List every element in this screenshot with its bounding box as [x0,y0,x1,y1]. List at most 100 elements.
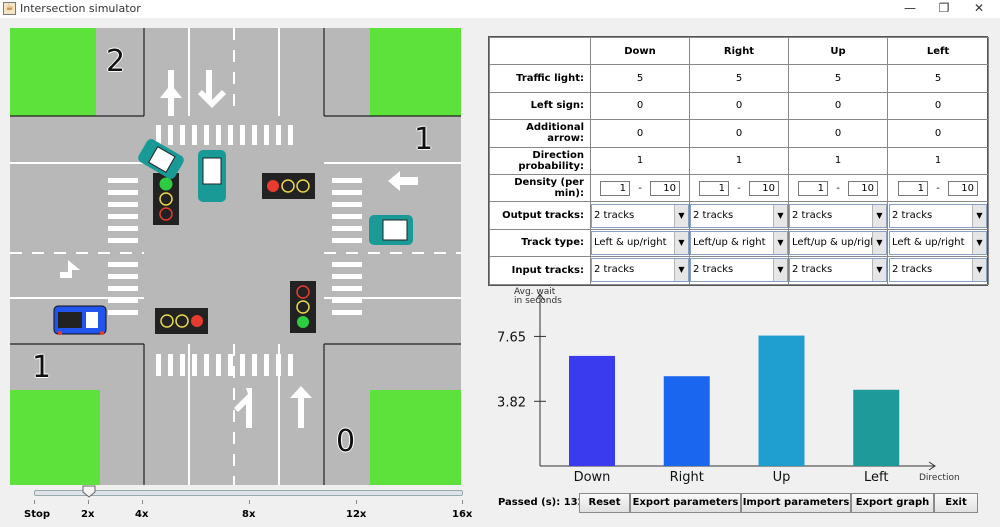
speed-label-4x: 4x [135,509,149,520]
track-type-select[interactable]: Left & up/right ▼ [591,230,689,255]
passed-time-label: Passed (s): 132 [498,497,585,508]
output-tracks-select[interactable]: 2 tracks ▼ [690,203,788,228]
input-tracks-cell: 2 tracks ▼ [887,256,989,285]
density-from-input[interactable]: 1 [798,180,828,196]
track-type-select[interactable]: Left & up/right ▼ [889,230,987,255]
direction-probability-cell[interactable]: 1 [689,146,789,175]
select-value: Left & up/right [594,236,667,248]
speed-slider[interactable] [34,490,463,496]
title-bar: ☕ Intersection simulator — ❐ ✕ [0,0,1000,18]
y-tick-label: 3.82 [497,395,526,410]
dropdown-arrow-icon[interactable]: ▼ [773,231,787,254]
dropdown-arrow-icon[interactable]: ▼ [972,231,986,254]
category-label: Down [574,470,611,485]
output-tracks-cell: 2 tracks ▼ [590,201,690,230]
speed-label-12x: 12x [346,509,367,520]
dropdown-arrow-icon[interactable]: ▼ [674,259,688,282]
direction-probability-label: Direction probability: [489,146,591,175]
traffic-light-cell[interactable]: 5 [788,64,888,93]
category-label: Right [670,470,704,485]
window-title: Intersection simulator [20,2,141,15]
additional-arrow-cell[interactable]: 0 [788,119,888,148]
left-sign-cell[interactable]: 0 [887,91,989,121]
density-from-input[interactable]: 1 [699,180,729,196]
traffic-light-cell[interactable]: 5 [887,64,989,93]
input-tracks-select[interactable]: 2 tracks ▼ [889,258,987,283]
left-sign-cell[interactable]: 0 [590,91,690,121]
additional-arrow-cell[interactable]: 0 [590,119,690,148]
density-to-input[interactable]: 10 [948,180,978,196]
input-tracks-label: Input tracks: [489,256,591,285]
density-cell: 1-10 [887,173,989,203]
input-tracks-select[interactable]: 2 tracks ▼ [789,258,887,283]
parameters-table: Down Right Up Left Traffic light: 5 5 5 … [489,36,989,285]
track-type-select[interactable]: Left/up & right ▼ [690,230,788,255]
speed-label-2x: 2x [81,509,95,520]
select-value: 2 tracks [792,264,833,276]
density-to-input[interactable]: 10 [749,180,779,196]
category-label: Left [864,470,888,485]
traffic-light-icon [153,173,316,334]
dropdown-arrow-icon[interactable]: ▼ [872,204,886,227]
track-type-select[interactable]: Left/up & up/right ▼ [789,230,887,255]
dropdown-arrow-icon[interactable]: ▼ [773,204,787,227]
dropdown-arrow-icon[interactable]: ▼ [872,231,886,254]
output-tracks-cell: 2 tracks ▼ [689,201,789,230]
additional-arrow-cell[interactable]: 0 [887,119,989,148]
input-tracks-cell: 2 tracks ▼ [788,256,888,285]
density-to-input[interactable]: 10 [848,180,878,196]
export-parameters-button[interactable]: Export parameters [630,493,741,513]
dropdown-arrow-icon[interactable]: ▼ [872,259,886,282]
dropdown-arrow-icon[interactable]: ▼ [674,204,688,227]
direction-probability-cell[interactable]: 1 [887,146,989,175]
output-tracks-cell: 2 tracks ▼ [788,201,888,230]
car-icon [53,139,413,335]
dropdown-arrow-icon[interactable]: ▼ [773,259,787,282]
traffic-light-cell[interactable]: 5 [590,64,690,93]
density-label: Density (per min): [489,173,591,203]
input-tracks-cell: 2 tracks ▼ [590,256,690,285]
corner-label-top-left: 2 [106,44,126,79]
reset-button[interactable]: Reset [579,493,630,513]
dropdown-arrow-icon[interactable]: ▼ [972,204,986,227]
density-cell: 1-10 [788,173,888,203]
direction-probability-cell[interactable]: 1 [590,146,690,175]
input-tracks-select[interactable]: 2 tracks ▼ [591,258,689,283]
additional-arrow-cell[interactable]: 0 [689,119,789,148]
dropdown-arrow-icon[interactable]: ▼ [674,231,688,254]
output-tracks-select[interactable]: 2 tracks ▼ [789,203,887,228]
input-tracks-select[interactable]: 2 tracks ▼ [690,258,788,283]
y-tick-label: 7.65 [497,330,526,345]
import-parameters-button[interactable]: Import parameters [741,493,851,513]
density-from-input[interactable]: 1 [898,180,928,196]
restore-icon[interactable]: ❐ [927,0,961,18]
output-tracks-select[interactable]: 2 tracks ▼ [889,203,987,228]
select-value: 2 tracks [693,264,734,276]
track-type-label: Track type: [489,228,591,258]
traffic-light-cell[interactable]: 5 [689,64,789,93]
minimize-icon[interactable]: — [893,0,927,18]
export-graph-button[interactable]: Export graph [851,493,934,513]
corner-label-right: 1 [414,122,434,157]
track-type-cell: Left/up & up/right ▼ [788,228,888,258]
density-to-input[interactable]: 10 [650,180,680,196]
corner-label-bottom-right: 0 [336,424,356,459]
left-sign-label: Left sign: [489,91,591,121]
select-value: 2 tracks [594,264,635,276]
wait-time-chart: Avg. waitin secondsDirection7.653.82Down… [497,287,960,485]
direction-probability-cell[interactable]: 1 [788,146,888,175]
y-axis-label: in seconds [514,296,562,306]
density-from-input[interactable]: 1 [600,180,630,196]
select-value: 2 tracks [892,209,933,221]
left-sign-cell[interactable]: 0 [788,91,888,121]
header-up: Up [788,36,888,66]
dropdown-arrow-icon[interactable]: ▼ [972,259,986,282]
category-label: Up [773,470,791,485]
slider-thumb[interactable] [82,485,96,498]
close-icon[interactable]: ✕ [962,0,996,18]
select-value: 2 tracks [594,209,635,221]
density-separator: - [836,182,840,194]
exit-button[interactable]: Exit [934,493,978,513]
output-tracks-select[interactable]: 2 tracks ▼ [591,203,689,228]
left-sign-cell[interactable]: 0 [689,91,789,121]
